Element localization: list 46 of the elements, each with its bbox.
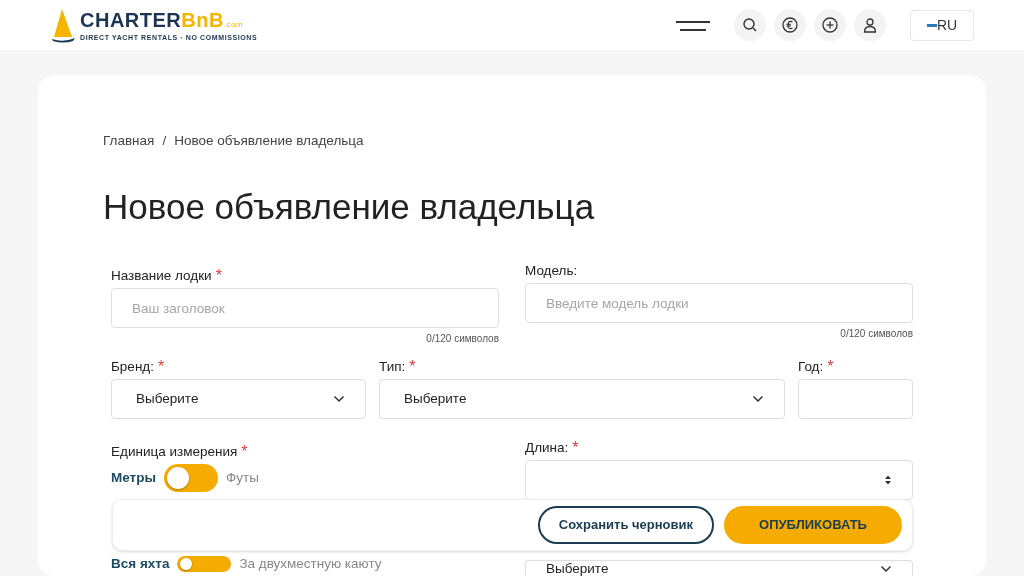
plus-icon[interactable] — [814, 9, 846, 41]
toggle-label: Вся яхта — [111, 555, 170, 574]
toggle-label: За двухместную каюту — [239, 555, 382, 574]
field-label: Год: — [798, 359, 824, 376]
toggle-label: Футы — [225, 469, 259, 488]
required-mark: * — [409, 359, 416, 376]
user-icon[interactable] — [854, 9, 886, 41]
breadcrumb-current: Новое объявление владельца — [174, 132, 364, 150]
text-field[interactable]: Ваш заголовок — [111, 288, 499, 329]
search-icon[interactable] — [734, 9, 766, 41]
select-field[interactable]: Выберите — [379, 379, 785, 420]
publish-button[interactable]: ОПУБЛИКОВАТЬ — [724, 506, 902, 544]
spinner-icon — [884, 474, 892, 487]
page-title: Новое объявление владельца — [103, 189, 596, 225]
breadcrumb-link[interactable]: Главная — [103, 131, 155, 152]
select-field[interactable]: Выберите — [525, 560, 913, 576]
flag-icon — [926, 23, 937, 27]
number-field[interactable] — [525, 460, 913, 501]
text-field[interactable]: Введите модель лодки — [525, 283, 913, 324]
character-counter: 0/120 символов — [425, 333, 499, 346]
character-counter: 0/120 символов — [839, 328, 913, 341]
chevron-down-icon — [752, 395, 764, 404]
field-label: Длина: — [525, 440, 569, 457]
language-button[interactable]: RU — [910, 9, 974, 41]
required-mark: * — [572, 440, 579, 457]
required-mark: * — [215, 268, 222, 285]
euro-icon[interactable] — [774, 9, 806, 41]
toggle-switch[interactable] — [177, 556, 232, 573]
field-label: Бренд: — [111, 359, 154, 376]
required-mark: * — [241, 444, 248, 461]
field-label: Тип: — [379, 359, 406, 376]
breadcrumb-separator: / — [162, 132, 167, 150]
select-field[interactable]: Выберите — [111, 379, 366, 420]
toggle-label: Метры — [111, 469, 156, 488]
field-label: Единица измерения — [111, 444, 238, 461]
field-label: Модель: — [525, 263, 578, 280]
field-label: Название лодки — [111, 268, 212, 285]
sailboat-icon — [50, 7, 76, 43]
required-mark: * — [827, 359, 834, 376]
required-mark: * — [157, 359, 165, 376]
text-field[interactable] — [798, 379, 913, 420]
chevron-down-icon — [333, 395, 345, 404]
chevron-down-icon — [880, 565, 892, 574]
logo-wordmark: CHARTERBnB.com — [80, 9, 245, 30]
save-draft-button[interactable]: Сохранить черновик — [537, 506, 714, 544]
toggle-switch[interactable] — [163, 464, 218, 493]
